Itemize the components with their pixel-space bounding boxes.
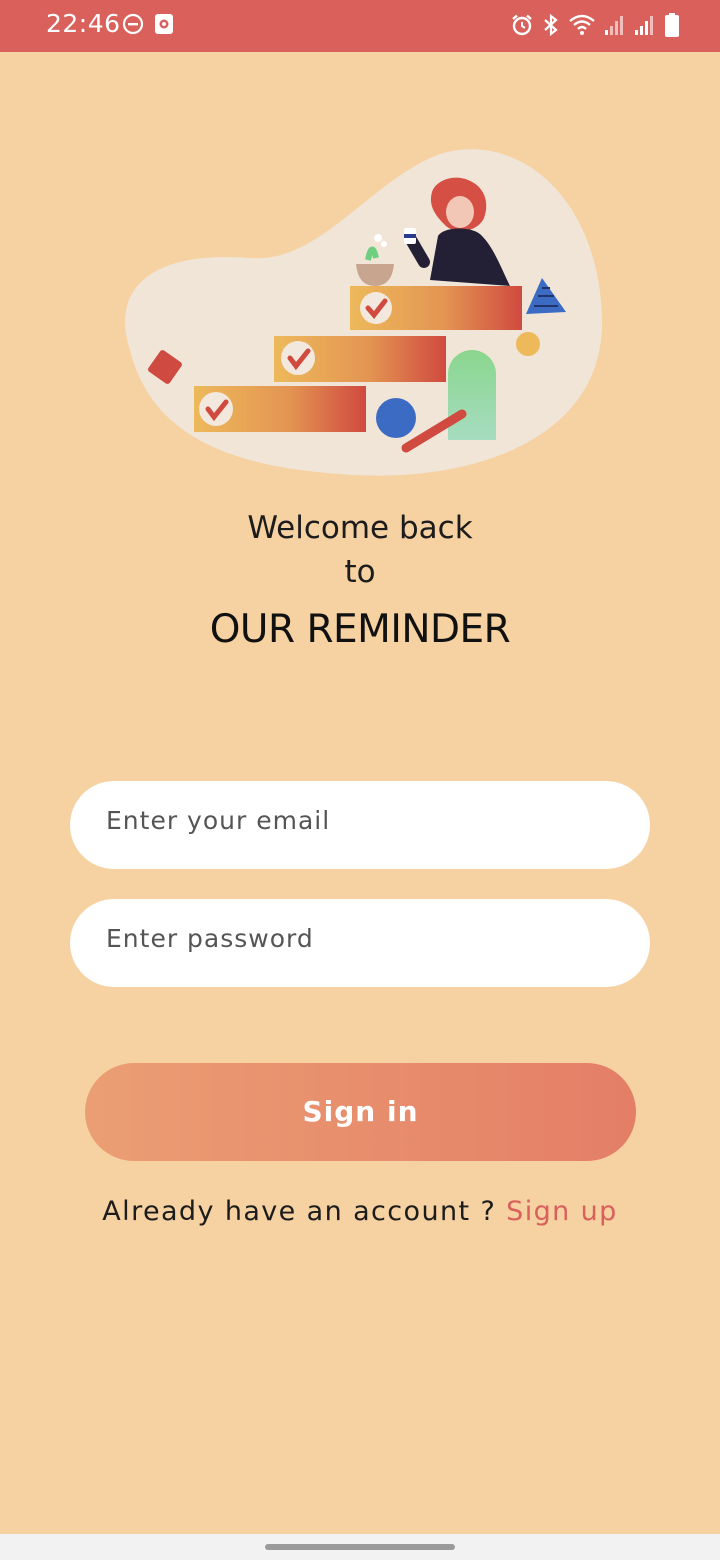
- status-time: 22:46: [46, 9, 121, 38]
- status-right-icons: [510, 12, 680, 42]
- email-placeholder: Enter your email: [106, 806, 331, 835]
- task-checklist-illustration: [110, 140, 610, 485]
- bluetooth-icon: [542, 13, 560, 41]
- wifi-icon: [568, 13, 596, 41]
- home-handle[interactable]: [265, 1544, 455, 1550]
- screen-record-icon: [154, 13, 174, 39]
- signal-icon: [634, 13, 656, 41]
- password-field[interactable]: Enter password: [70, 899, 650, 987]
- do-not-disturb-icon: [122, 13, 144, 39]
- circle-shape: [376, 398, 416, 438]
- status-left-icons: [122, 13, 174, 39]
- signup-row: Already have an account ? Sign up: [0, 1196, 720, 1227]
- alarm-icon: [510, 13, 534, 41]
- email-field[interactable]: Enter your email: [70, 781, 650, 869]
- welcome-text: Welcome back to: [0, 506, 720, 594]
- signup-link[interactable]: Sign up: [506, 1196, 618, 1227]
- signin-button[interactable]: Sign in: [85, 1063, 636, 1161]
- app-title: OUR REMINDER: [209, 607, 511, 652]
- signal-icon: [604, 13, 626, 41]
- signup-prompt: Already have an account ?: [102, 1196, 507, 1227]
- battery-icon: [664, 12, 680, 42]
- password-placeholder: Enter password: [106, 924, 314, 953]
- navigation-bar: [0, 1534, 720, 1560]
- arch-shape: [448, 350, 496, 440]
- welcome-line: to: [344, 554, 376, 590]
- welcome-line: Welcome back: [247, 510, 473, 546]
- status-bar: 22:46: [0, 0, 720, 52]
